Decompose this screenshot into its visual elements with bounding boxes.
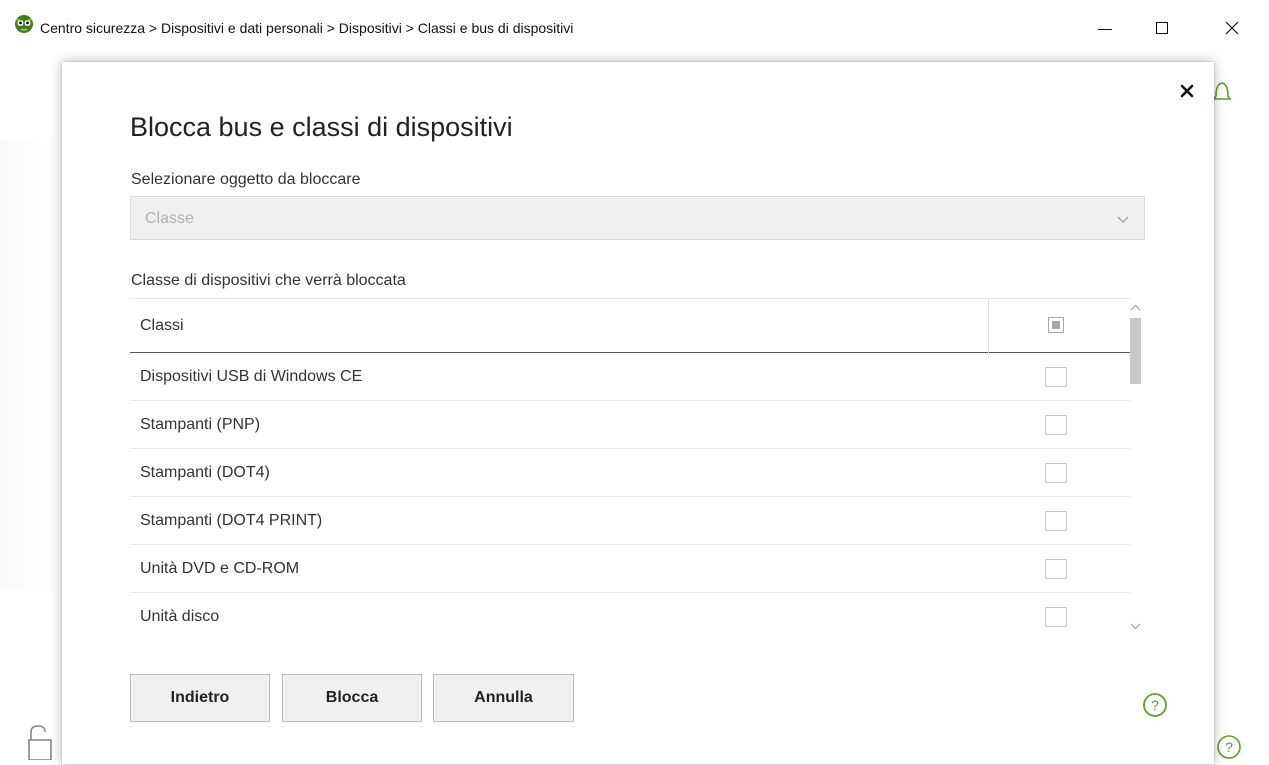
block-dialog: Blocca bus e classi di dispositivi Selez… (62, 62, 1214, 764)
dialog-close-button[interactable] (1174, 78, 1200, 104)
select-label: Selezionare oggetto da bloccare (131, 171, 361, 188)
back-button[interactable]: Indietro (130, 674, 270, 722)
minimize-icon (1098, 28, 1112, 30)
chevron-down-icon (1116, 212, 1130, 231)
row-label: Unità disco (140, 608, 220, 625)
table-scrollbar[interactable] (1127, 298, 1144, 634)
column-divider (988, 299, 989, 353)
scrollbar-thumb[interactable] (1130, 318, 1141, 384)
title-bar: Centro sicurezza > Dispositivi e dati pe… (0, 0, 1269, 58)
object-type-select[interactable]: Classe (130, 196, 1145, 240)
classes-table: Classi Dispositivi USB di Windows CE Sta… (130, 298, 1130, 634)
table-row: Unità DVD e CD-ROM (130, 545, 1130, 593)
help-icon[interactable]: ? (1142, 692, 1168, 723)
background-help-icon: ? (1216, 734, 1242, 765)
app-window: Centro sicurezza > Dispositivi e dati pe… (0, 0, 1269, 764)
table-row: Dispositivi USB di Windows CE (130, 353, 1130, 401)
row-label: Dispositivi USB di Windows CE (140, 368, 363, 385)
table-row: Stampanti (DOT4) (130, 449, 1130, 497)
table-row: Stampanti (DOT4 PRINT) (130, 497, 1130, 545)
row-label: Stampanti (DOT4) (140, 464, 270, 481)
row-label: Unità DVD e CD-ROM (140, 560, 300, 577)
svg-text:?: ? (1151, 697, 1159, 713)
row-checkbox[interactable] (1045, 367, 1067, 387)
minimize-button[interactable] (1082, 10, 1128, 46)
table-row: Unità disco (130, 593, 1130, 634)
close-icon (1180, 84, 1194, 98)
row-checkbox[interactable] (1045, 511, 1067, 531)
maximize-icon (1156, 22, 1168, 34)
window-close-button[interactable] (1209, 10, 1255, 46)
maximize-button[interactable] (1139, 10, 1185, 46)
table-header: Classi (130, 298, 1130, 353)
block-button[interactable]: Blocca (282, 674, 422, 722)
row-checkbox[interactable] (1045, 415, 1067, 435)
select-value: Classe (145, 210, 194, 227)
lock-icon (28, 724, 52, 765)
dialog-title: Blocca bus e classi di dispositivi (130, 112, 513, 142)
close-icon (1225, 21, 1239, 35)
scroll-up-icon[interactable] (1130, 300, 1141, 318)
classes-label: Classe di dispositivi che verrà bloccata (131, 272, 406, 289)
row-checkbox[interactable] (1045, 607, 1067, 627)
column-header-classi: Classi (140, 317, 184, 334)
select-all-checkbox[interactable] (1048, 317, 1064, 333)
table-row: Stampanti (PNP) (130, 401, 1130, 449)
bell-icon (1212, 78, 1232, 109)
row-label: Stampanti (DOT4 PRINT) (140, 512, 323, 529)
row-label: Stampanti (PNP) (140, 416, 261, 433)
svg-text:?: ? (1225, 739, 1233, 755)
scroll-down-icon[interactable] (1130, 618, 1141, 636)
app-logo-icon (14, 14, 34, 34)
row-checkbox[interactable] (1045, 463, 1067, 483)
background-panel (0, 140, 60, 590)
row-checkbox[interactable] (1045, 559, 1067, 579)
window-title: Centro sicurezza > Dispositivi e dati pe… (40, 20, 574, 36)
cancel-button[interactable]: Annulla (433, 674, 574, 722)
